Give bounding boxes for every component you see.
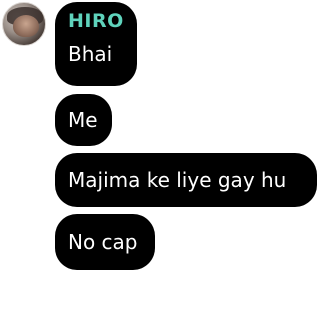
message-text-1: Bhai: [68, 42, 113, 66]
message-bubble-1[interactable]: HIRO Bhai: [55, 2, 137, 86]
sender-avatar[interactable]: [2, 2, 46, 46]
avatar-face: [13, 15, 39, 37]
sender-name[interactable]: HIRO: [68, 10, 137, 32]
message-bubble-3[interactable]: Majima ke liye gay hu: [55, 153, 317, 207]
message-text-3: Majima ke liye gay hu: [68, 168, 287, 192]
message-bubble-2[interactable]: Me: [55, 94, 112, 146]
message-text-2: Me: [68, 108, 98, 132]
message-text-4: No cap: [68, 230, 138, 254]
message-bubble-4[interactable]: No cap: [55, 214, 155, 270]
